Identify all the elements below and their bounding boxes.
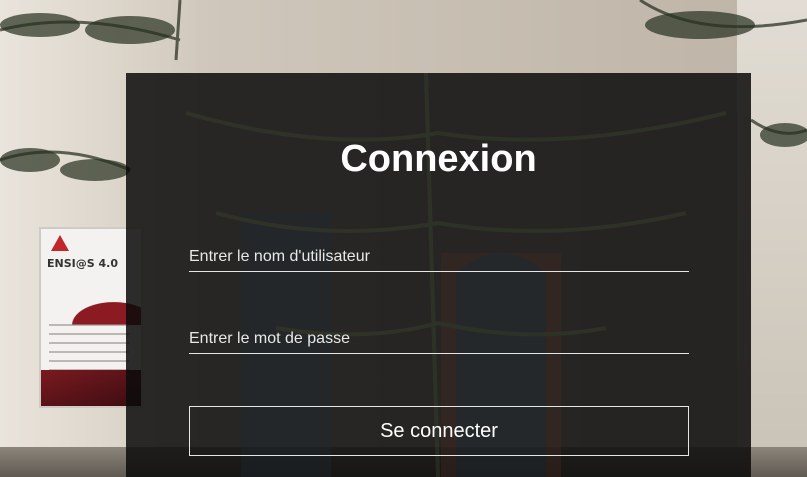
username-input[interactable] [189, 242, 689, 272]
login-page-background: ENSI@S 4.0 Connexion Entrer le nom d'uti… [0, 0, 807, 477]
login-submit-button[interactable]: Se connecter [189, 406, 689, 456]
login-title: Connexion [340, 138, 537, 180]
login-panel: Connexion Se connecter [126, 73, 751, 477]
password-input[interactable] [189, 324, 689, 354]
